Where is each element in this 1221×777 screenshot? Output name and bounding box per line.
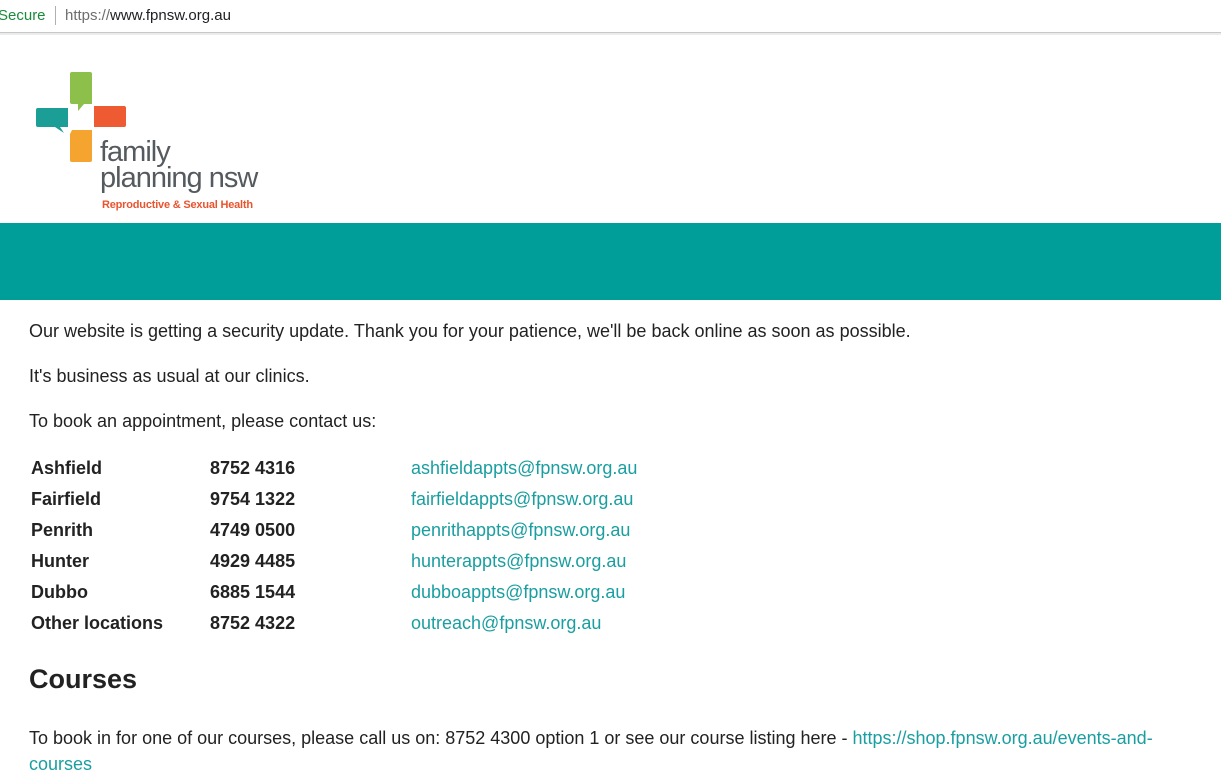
- clinic-email-link[interactable]: outreach@fpnsw.org.au: [411, 613, 601, 633]
- clinic-row: Fairfield 9754 1322 fairfieldappts@fpnsw.o…: [29, 484, 637, 515]
- clinic-name: Other locations: [31, 613, 164, 633]
- clinic-phone: 4929 4485: [210, 551, 296, 571]
- courses-link-continued: courses: [29, 751, 92, 777]
- clinic-email-link[interactable]: dubboappts@fpnsw.org.au: [411, 582, 625, 602]
- clinic-email-link[interactable]: ashfieldappts@fpnsw.org.au: [411, 458, 637, 478]
- courses-text: To book in for one of our courses, pleas…: [29, 725, 1153, 751]
- courses-link-tail[interactable]: courses: [29, 754, 92, 774]
- contact-intro-text: To book an appointment, please contact u…: [29, 411, 377, 431]
- url-scheme: https://: [65, 7, 111, 24]
- clinic-phone: 8752 4316: [210, 458, 296, 478]
- url-host: www.fpnsw.org.au: [110, 7, 231, 24]
- clinics-open-text: It's business as usual at our clinics.: [29, 366, 310, 386]
- clinic-row: Penrith 4749 0500 penrithappts@fpnsw.org.a…: [29, 515, 637, 546]
- notice-text: Our website is getting a security update…: [29, 321, 911, 341]
- site-logo[interactable]: family planning nsw Reproductive & Sexua…: [36, 72, 276, 217]
- courses-info: To book in for one of our courses, pleas…: [29, 728, 853, 748]
- address-bar[interactable]: Secure https://www.fpnsw.org.au: [0, 0, 1221, 33]
- clinic-email-link[interactable]: penrithappts@fpnsw.org.au: [411, 520, 630, 540]
- logo-word-planning: planning nsw: [100, 162, 258, 194]
- clinic-email-cell: hunterappts@fpnsw.org.au: [411, 546, 637, 577]
- clinic-row: Ashfield 8752 4316 ashfieldappts@fpnsw.org…: [29, 453, 637, 484]
- clinic-name: Hunter: [31, 551, 89, 571]
- clinic-row: Dubbo 6885 1544 dubboappts@fpnsw.org.au: [29, 577, 637, 608]
- clinic-email-link[interactable]: hunterappts@fpnsw.org.au: [411, 551, 626, 571]
- clinic-phone: 6885 1544: [210, 582, 296, 602]
- clinic-row: Hunter 4929 4485 hunterappts@fpnsw.org.au: [29, 546, 637, 577]
- clinic-email-cell: outreach@fpnsw.org.au: [411, 608, 637, 639]
- url-text[interactable]: https://www.fpnsw.org.au: [65, 7, 231, 24]
- clinic-email-cell: penrithappts@fpnsw.org.au: [411, 515, 637, 546]
- address-separator: [55, 6, 56, 25]
- clinic-contacts-table: Ashfield 8752 4316 ashfieldappts@fpnsw.org…: [29, 453, 637, 639]
- courses-heading: Courses: [29, 664, 138, 694]
- clinic-email-cell: ashfieldappts@fpnsw.org.au: [411, 453, 637, 484]
- clinic-email-cell: fairfieldappts@fpnsw.org.au: [411, 484, 637, 515]
- clinic-name: Ashfield: [31, 458, 103, 478]
- secure-label: Secure: [0, 7, 46, 24]
- clinic-email-cell: dubboappts@fpnsw.org.au: [411, 577, 637, 608]
- logo-tagline: Reproductive & Sexual Health: [102, 199, 253, 211]
- clinic-name: Fairfield: [31, 489, 102, 509]
- clinic-phone: 8752 4322: [210, 613, 296, 633]
- header-banner: [0, 223, 1221, 300]
- clinic-phone: 4749 0500: [210, 520, 296, 540]
- clinic-name: Dubbo: [31, 582, 88, 602]
- clinic-name: Penrith: [31, 520, 94, 540]
- courses-link[interactable]: https://shop.fpnsw.org.au/events-and-: [853, 728, 1153, 748]
- clinic-phone: 9754 1322: [210, 489, 296, 509]
- clinic-email-link[interactable]: fairfieldappts@fpnsw.org.au: [411, 489, 633, 509]
- clinic-row: Other locations 8752 4322 outreach@fpnsw.o…: [29, 608, 637, 639]
